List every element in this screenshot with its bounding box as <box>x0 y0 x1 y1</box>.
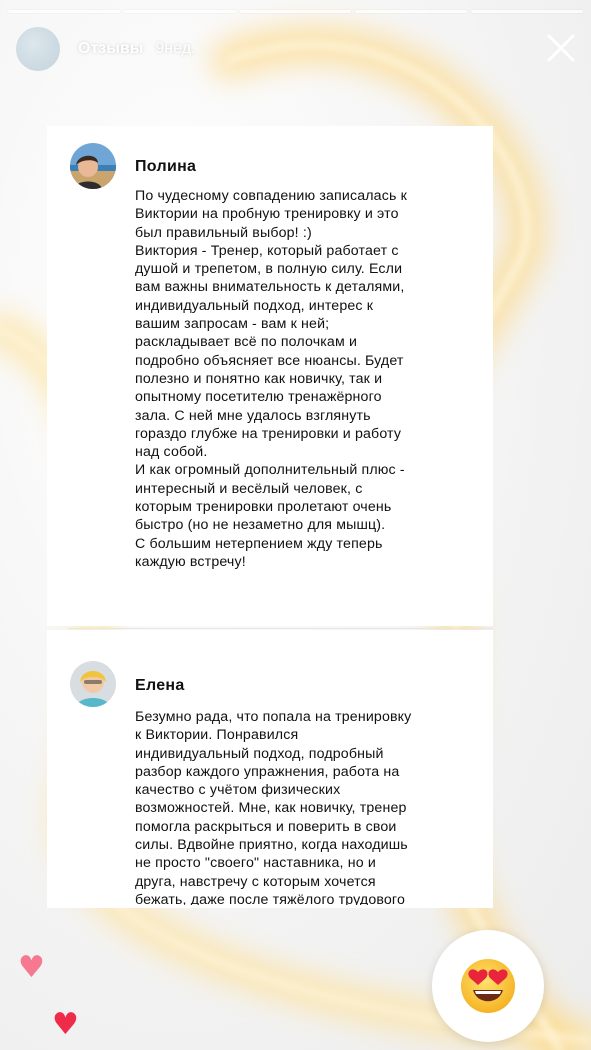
progress-segment <box>239 10 352 13</box>
floating-heart-icon: ♥ <box>52 1007 79 1042</box>
story-title[interactable]: Отзывы <box>78 40 143 58</box>
floating-heart-icon: ♥ <box>18 950 45 985</box>
reviewer-name: Елена <box>135 677 185 694</box>
reviewer-avatar <box>70 661 116 707</box>
reviewer-name: Полина <box>135 158 197 175</box>
progress-segment <box>355 10 468 13</box>
review-divider <box>68 628 493 629</box>
review-text: По чудесному совпадению записалась к Вик… <box>135 188 407 570</box>
heart-eyes-emoji-icon <box>461 959 515 1013</box>
reviewer-avatar <box>70 143 116 189</box>
story-time: 9нед. <box>155 40 196 57</box>
review-text: Безумно рада, что попала на тренировку к… <box>135 709 412 905</box>
progress-segment <box>471 10 583 13</box>
story-header: Отзывы 9нед. <box>16 26 579 72</box>
story-avatar[interactable] <box>16 27 60 71</box>
story-progress-bar <box>8 10 583 13</box>
reaction-button[interactable] <box>432 930 544 1042</box>
progress-segment <box>123 10 236 13</box>
progress-segment <box>8 10 120 13</box>
close-icon <box>547 34 575 62</box>
close-button[interactable] <box>543 30 579 66</box>
